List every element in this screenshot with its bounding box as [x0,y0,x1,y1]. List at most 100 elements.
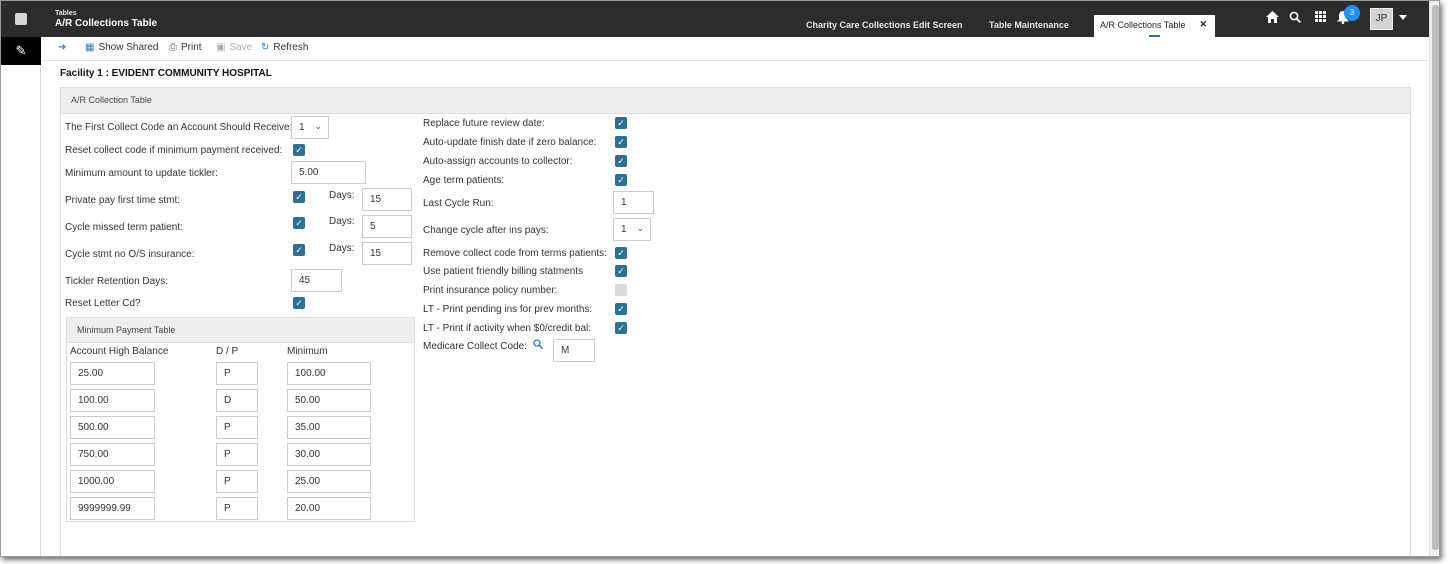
remove-collect-checkbox[interactable]: ✓ [615,247,627,259]
high-balance-input[interactable]: 500.00 [70,416,155,439]
print-label: Print [181,42,202,53]
high-balance-input[interactable]: 750.00 [70,443,155,466]
tab-label: A/R Collections Table [1100,20,1186,30]
change-cycle-select[interactable]: 1 ⌄ [613,218,651,241]
back-arrow-icon: ➜ [58,42,67,53]
minimum-amount-label: Minimum amount to update tickler: [65,168,218,179]
print-icon: ⎙ [169,42,177,53]
refresh-button[interactable]: ↻ Refresh [261,42,308,53]
replace-review-checkbox[interactable]: ✓ [615,117,627,129]
reset-letter-label: Reset Letter Cd? [65,298,141,309]
select-value: 1 [299,122,305,133]
scrollbar[interactable] [1429,1,1439,556]
close-icon[interactable]: ✕ [1199,19,1207,30]
edit-icon[interactable]: ✎ [1,37,41,65]
minimum-input[interactable]: 35.00 [287,416,371,439]
tickler-retention-label: Tickler Retention Days: [65,276,168,287]
save-button[interactable]: ▣ Save [216,42,252,53]
last-cycle-run-input[interactable]: 1 [613,191,654,214]
scrollbar-thumb[interactable] [1432,5,1439,550]
medicare-code-label: Medicare Collect Code: [423,341,527,352]
minimum-input[interactable]: 100.00 [287,362,371,385]
chevron-down-icon: ⌄ [636,223,644,233]
lt-pending-checkbox[interactable]: ✓ [615,303,627,315]
tab-table-maintenance[interactable]: Table Maintenance [989,20,1069,30]
lt-activity-checkbox[interactable]: ✓ [615,322,627,334]
private-pay-checkbox[interactable]: ✓ [293,191,305,203]
section-label: Tables [55,10,77,17]
show-shared-label: Show Shared [98,42,159,53]
show-shared-button[interactable]: ▦ Show Shared [85,42,159,53]
tickler-retention-input[interactable]: 45 [291,269,342,292]
minimum-input[interactable]: 30.00 [287,443,371,466]
col-header-high-balance: Account High Balance [70,346,169,357]
auto-update-finish-label: Auto-update finish date if zero balance: [423,137,597,148]
remove-collect-label: Remove collect code from terms patients: [423,248,607,259]
minimum-input[interactable]: 50.00 [287,389,371,412]
min-payment-title: Minimum Payment Table [67,318,414,343]
minimum-input[interactable]: 25.00 [287,470,371,493]
search-icon[interactable] [1289,11,1302,26]
change-cycle-label: Change cycle after ins pays: [423,225,549,236]
minimum-input[interactable]: 20.00 [287,497,371,520]
lookup-icon[interactable] [533,339,544,352]
app-window: Tables A/R Collections Table Charity Car… [0,0,1440,557]
dp-input[interactable]: P [216,416,258,439]
age-term-checkbox[interactable]: ✓ [615,174,627,186]
facility-title: Facility 1 : EVIDENT COMMUNITY HOSPITAL [60,68,272,79]
app-menu-icon[interactable] [15,13,27,25]
private-pay-days-input[interactable]: 15 [362,188,412,211]
first-collect-code-select[interactable]: 1 ⌄ [291,116,329,139]
panel-title: A/R Collection Table [61,88,1410,114]
high-balance-input[interactable]: 25.00 [70,362,155,385]
print-insurance-label: Print insurance policy number: [423,285,558,296]
print-insurance-checkbox[interactable] [615,284,627,296]
left-nav: ✎ [1,37,41,556]
top-bar: Tables A/R Collections Table Charity Car… [1,1,1439,37]
cycle-missed-days-input[interactable]: 5 [362,215,412,238]
patient-friendly-checkbox[interactable]: ✓ [615,265,627,277]
dp-input[interactable]: P [216,443,258,466]
back-button[interactable]: ➜ [58,42,70,53]
high-balance-input[interactable]: 1000.00 [70,470,155,493]
chevron-down-icon: ⌄ [314,121,322,131]
dp-input[interactable]: P [216,497,258,520]
reset-collect-code-checkbox[interactable]: ✓ [293,144,305,156]
tab-charity-care[interactable]: Charity Care Collections Edit Screen [806,20,963,30]
reset-letter-checkbox[interactable]: ✓ [293,297,305,309]
age-term-label: Age term patients: [423,175,505,186]
dp-input[interactable]: D [216,389,258,412]
auto-update-finish-checkbox[interactable]: ✓ [615,136,627,148]
private-pay-label: Private pay first time stmt: [65,195,181,206]
replace-review-label: Replace future review date: [423,118,545,129]
cycle-stmt-days-input[interactable]: 15 [362,242,412,265]
private-pay-days-label: Days: [329,190,355,201]
tab-ar-collections[interactable]: A/R Collections Table ✕ [1094,15,1215,37]
col-header-dp: D / P [216,346,239,357]
lt-pending-label: LT - Print pending ins for prev months: [423,304,593,315]
print-button[interactable]: ⎙ Print [169,42,202,53]
dp-input[interactable]: P [216,362,258,385]
home-icon[interactable] [1266,11,1279,26]
grid-icon[interactable] [1315,11,1326,25]
select-value: 1 [621,224,627,235]
toolbar: ➜ ▦ Show Shared ⎙ Print ▣ Save ↻ Refresh [42,37,1439,61]
first-collect-code-label: The First Collect Code an Account Should… [65,122,293,133]
last-cycle-run-label: Last Cycle Run: [423,198,494,209]
dp-input[interactable]: P [216,470,258,493]
save-icon: ▣ [216,42,226,53]
medicare-code-input[interactable]: M [553,339,595,362]
lt-activity-label: LT - Print if activity when $0/credit ba… [423,323,592,334]
cycle-missed-days-label: Days: [329,216,355,227]
chevron-down-icon[interactable] [1399,15,1407,20]
refresh-label: Refresh [273,42,309,53]
cycle-stmt-checkbox[interactable]: ✓ [293,244,305,256]
high-balance-input[interactable]: 100.00 [70,389,155,412]
high-balance-input[interactable]: 9999999.99 [70,497,155,520]
cycle-missed-checkbox[interactable]: ✓ [293,217,305,229]
col-header-minimum: Minimum [287,346,328,357]
auto-assign-checkbox[interactable]: ✓ [615,155,627,167]
avatar[interactable]: JP [1370,8,1393,30]
minimum-amount-input[interactable]: 5.00 [291,161,366,184]
reset-collect-code-label: Reset collect code if minimum payment re… [65,145,283,156]
